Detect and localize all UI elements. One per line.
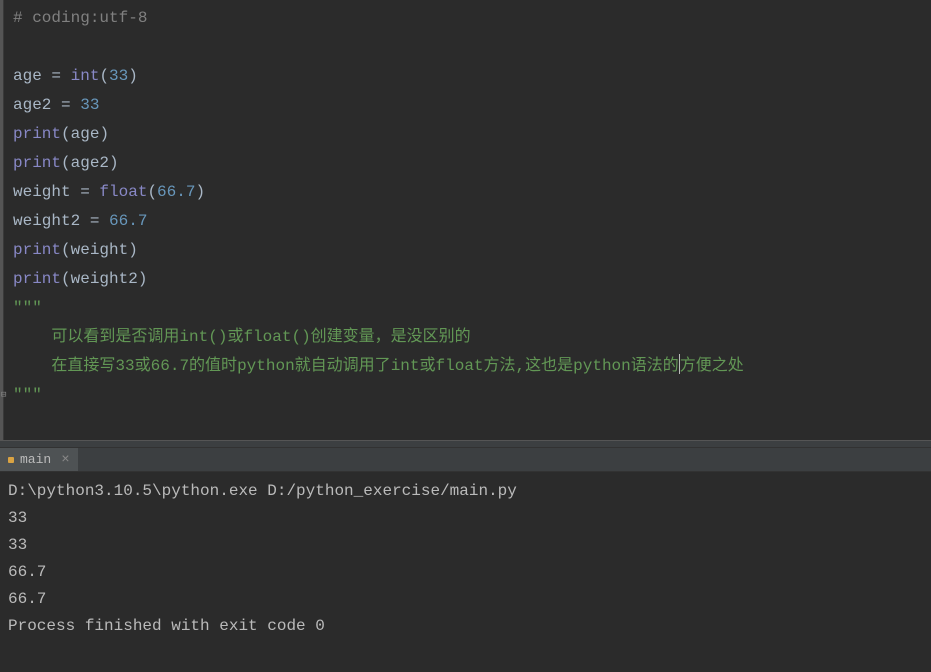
close-icon[interactable]: × xyxy=(61,452,69,468)
code-line-11[interactable]: """ xyxy=(11,294,923,323)
comment-text: # coding:utf-8 xyxy=(13,9,147,27)
code-line-14[interactable]: """ xyxy=(11,381,923,410)
code-line-9[interactable]: print(weight) xyxy=(11,236,923,265)
code-line-8[interactable]: weight2 = 66.7 xyxy=(11,207,923,236)
console-line: Process finished with exit code 0 xyxy=(8,613,923,640)
console-output[interactable]: D:\python3.10.5\python.exe D:/python_exe… xyxy=(0,472,931,646)
pane-separator[interactable] xyxy=(0,440,931,448)
docstring-close: """ xyxy=(13,386,42,404)
console-line: 66.7 xyxy=(8,586,923,613)
tab-main[interactable]: main × xyxy=(0,448,78,471)
console-line: 66.7 xyxy=(8,559,923,586)
docstring-open: """ xyxy=(13,299,42,317)
console-line: 33 xyxy=(8,532,923,559)
code-line-7[interactable]: weight = float(66.7) xyxy=(11,178,923,207)
code-line-2[interactable] xyxy=(11,33,923,62)
console-line: D:\python3.10.5\python.exe D:/python_exe… xyxy=(8,478,923,505)
code-line-12[interactable]: 可以看到是否调用int()或float()创建变量，是没区别的 xyxy=(11,323,923,352)
console-line: 33 xyxy=(8,505,923,532)
run-icon xyxy=(8,457,14,463)
console-tab-bar: main × xyxy=(0,448,931,472)
text-cursor xyxy=(679,354,680,374)
code-line-1[interactable]: # coding:utf-8 xyxy=(11,4,923,33)
tab-label: main xyxy=(20,452,51,467)
code-line-10[interactable]: print(weight2) xyxy=(11,265,923,294)
code-line-4[interactable]: age2 = 33 xyxy=(11,91,923,120)
code-line-6[interactable]: print(age2) xyxy=(11,149,923,178)
code-editor[interactable]: # coding:utf-8 age = int(33) age2 = 33 p… xyxy=(0,0,931,440)
code-line-3[interactable]: age = int(33) xyxy=(11,62,923,91)
code-line-5[interactable]: print(age) xyxy=(11,120,923,149)
code-line-13[interactable]: 在直接写33或66.7的值时python就自动调用了int或float方法,这也… xyxy=(11,352,923,381)
